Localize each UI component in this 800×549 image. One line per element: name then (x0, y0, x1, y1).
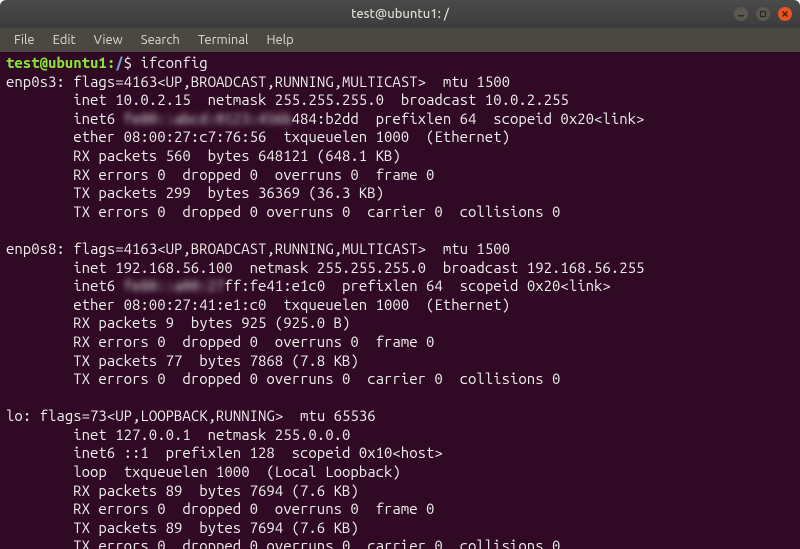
if0-ether: ether 08:00:27:c7:76:56 txqueuelen 1000 … (73, 128, 510, 145)
menu-search[interactable]: Search (133, 31, 188, 49)
terminal-area[interactable]: test@ubuntu1:/$ ifconfig enp0s3: flags=4… (0, 52, 800, 549)
if0-txp: TX packets 299 bytes 36369 (36.3 KB) (73, 184, 384, 201)
if0-inet4: inet 10.0.2.15 netmask 255.255.255.0 bro… (73, 91, 569, 108)
lo-rxe: RX errors 0 dropped 0 overruns 0 frame 0 (73, 500, 434, 517)
maximize-button[interactable] (756, 7, 770, 21)
close-button[interactable] (778, 7, 792, 21)
prompt-sep: : (107, 54, 115, 71)
prompt-path: / (115, 54, 123, 71)
if0-inet6: 484:b2dd prefixlen 64 scopeid 0x20<link> (292, 110, 645, 127)
menu-edit[interactable]: Edit (45, 31, 84, 49)
lo-txp: TX packets 89 bytes 7694 (7.6 KB) (73, 519, 359, 536)
minimize-button[interactable] (734, 7, 748, 21)
if1-txe: TX errors 0 dropped 0 overruns 0 carrier… (73, 370, 560, 387)
if1-inet6-blur: fe80::a00:27 (124, 277, 225, 294)
if0-txe: TX errors 0 dropped 0 overruns 0 carrier… (73, 203, 560, 220)
prompt-user: test@ubuntu1 (6, 54, 107, 71)
menubar: File Edit View Search Terminal Help (0, 28, 800, 52)
lo-flags: flags=73<UP,LOOPBACK,RUNNING> mtu 65536 (40, 407, 376, 424)
if1-rxe: RX errors 0 dropped 0 overruns 0 frame 0 (73, 333, 434, 350)
if1-txp: TX packets 77 bytes 7868 (7.8 KB) (73, 352, 359, 369)
window-titlebar: test@ubuntu1: / (0, 0, 800, 28)
lo-name: lo (6, 407, 23, 424)
window-controls (734, 7, 792, 21)
menu-terminal[interactable]: Terminal (190, 31, 257, 49)
if0-name: enp0s3 (6, 73, 56, 90)
lo-inet4: inet 127.0.0.1 netmask 255.0.0.0 (73, 426, 350, 443)
if1-inet4: inet 192.168.56.100 netmask 255.255.255.… (73, 259, 644, 276)
lo-rxp: RX packets 89 bytes 7694 (7.6 KB) (73, 482, 359, 499)
if0-flags: flags=4163<UP,BROADCAST,RUNNING,MULTICAS… (73, 73, 510, 90)
if1-inet6: ff:fe41:e1c0 prefixlen 64 scopeid 0x20<l… (224, 277, 610, 294)
prompt-cmd: ifconfig (140, 54, 207, 71)
if1-ether: ether 08:00:27:41:e1:c0 txqueuelen 1000 … (73, 296, 510, 313)
if0-rxp: RX packets 560 bytes 648121 (648.1 KB) (73, 147, 401, 164)
if1-rxp: RX packets 9 bytes 925 (925.0 B) (73, 314, 350, 331)
menu-view[interactable]: View (86, 31, 131, 49)
lo-loop: loop txqueuelen 1000 (Local Loopback) (73, 463, 401, 480)
menu-file[interactable]: File (6, 31, 43, 49)
if1-flags: flags=4163<UP,BROADCAST,RUNNING,MULTICAS… (73, 240, 510, 257)
prompt-sigil: $ (124, 54, 141, 71)
lo-txe: TX errors 0 dropped 0 overruns 0 carrier… (73, 537, 560, 549)
if0-rxe: RX errors 0 dropped 0 overruns 0 frame 0 (73, 166, 434, 183)
if0-inet6-blur: fe80::abcd:0123:456b (124, 110, 292, 127)
if1-name: enp0s8 (6, 240, 56, 257)
lo-inet6: inet6 ::1 prefixlen 128 scopeid 0x10<hos… (73, 444, 443, 461)
menu-help[interactable]: Help (258, 31, 301, 49)
window-title: test@ubuntu1: / (0, 7, 800, 21)
